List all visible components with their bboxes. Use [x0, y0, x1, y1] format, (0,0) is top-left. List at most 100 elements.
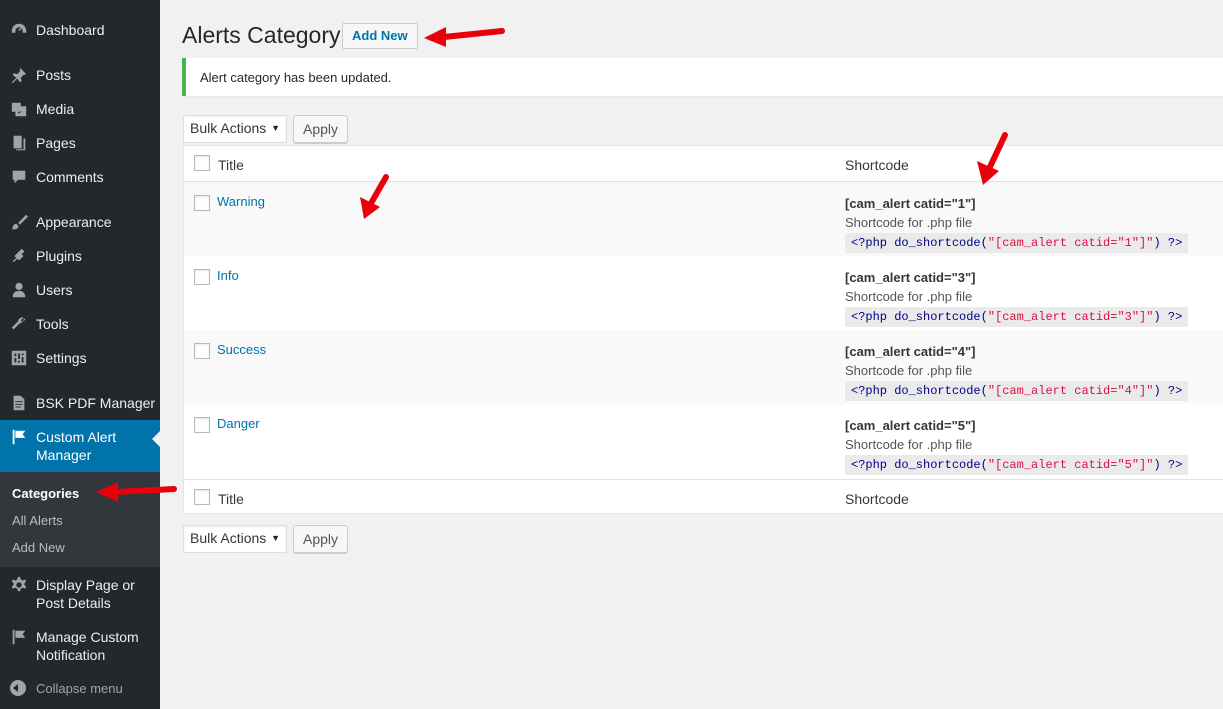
admin-sidebar: Dashboard Posts Media Pages Comments App… — [0, 0, 160, 709]
menu-tools[interactable]: Tools — [0, 315, 160, 333]
menu-label: Settings — [36, 350, 87, 366]
select-all-checkbox[interactable] — [194, 155, 210, 171]
php-code-snippet: <?php do_shortcode("[cam_alert catid="4"… — [845, 381, 1189, 401]
menu-bsk-pdf-manager[interactable]: BSK PDF Manager — [0, 394, 160, 412]
menu-label: Media — [36, 101, 75, 117]
shortcode-note: Shortcode for .php file — [845, 289, 973, 304]
collapse-menu-button[interactable]: Collapse menu — [0, 680, 123, 696]
page-title: Alerts Category — [182, 22, 341, 48]
apply-button-top[interactable]: Apply — [293, 115, 348, 143]
brush-icon — [0, 213, 36, 231]
plug-icon — [0, 247, 36, 265]
table-row: Warning [cam_alert catid="1"] Shortcode … — [184, 182, 1223, 256]
code-close: ) ?> — [1153, 458, 1183, 472]
menu-dashboard[interactable]: Dashboard — [0, 21, 160, 39]
menu-label: Dashboard — [36, 22, 105, 38]
code-close: ) ?> — [1153, 384, 1183, 398]
column-title-footer[interactable]: Title — [218, 491, 244, 507]
shortcode-text: [cam_alert catid="5"] — [845, 418, 976, 433]
shortcode-note: Shortcode for .php file — [845, 437, 973, 452]
row-checkbox[interactable] — [194, 343, 210, 359]
php-code-snippet: <?php do_shortcode("[cam_alert catid="5"… — [845, 455, 1189, 475]
code-open: <?php do_shortcode( — [851, 458, 988, 472]
category-title-link[interactable]: Danger — [217, 416, 260, 431]
category-title-link[interactable]: Success — [217, 342, 266, 357]
comment-icon — [0, 168, 36, 186]
submenu-add-new[interactable]: Add New — [12, 540, 65, 555]
menu-label: Display Page or Post Details — [36, 577, 135, 611]
table-header: Title Shortcode — [184, 146, 1223, 182]
apply-button-bottom[interactable]: Apply — [293, 525, 348, 553]
submenu-categories[interactable]: Categories — [12, 486, 79, 501]
menu-custom-alert-manager[interactable]: Custom Alert Manager — [0, 420, 160, 472]
shortcode-cell: [cam_alert catid="4"] Shortcode for .php… — [845, 342, 1189, 401]
main-content: Alerts Category Add New Alert category h… — [160, 0, 1223, 709]
pages-icon — [0, 134, 36, 152]
media-icon — [0, 100, 36, 118]
annotation-arrow-shortcode — [977, 132, 1008, 185]
shortcode-text: [cam_alert catid="1"] — [845, 196, 976, 211]
shortcode-cell: [cam_alert catid="3"] Shortcode for .php… — [845, 268, 1189, 327]
pin-icon — [0, 66, 36, 84]
menu-comments[interactable]: Comments — [0, 168, 160, 186]
menu-media[interactable]: Media — [0, 100, 160, 118]
collapse-icon — [0, 680, 36, 696]
code-close: ) ?> — [1153, 310, 1183, 324]
menu-plugins[interactable]: Plugins — [0, 247, 160, 265]
menu-pages[interactable]: Pages — [0, 134, 160, 152]
user-icon — [0, 281, 36, 299]
menu-label: Posts — [36, 67, 72, 83]
add-new-button[interactable]: Add New — [342, 23, 418, 49]
shortcode-text: [cam_alert catid="3"] — [845, 270, 976, 285]
menu-label: Users — [36, 282, 73, 298]
row-checkbox[interactable] — [194, 417, 210, 433]
gear-icon — [0, 576, 36, 594]
category-title-link[interactable]: Info — [217, 268, 239, 283]
menu-appearance[interactable]: Appearance — [0, 213, 160, 231]
sliders-icon — [0, 349, 36, 367]
column-shortcode-footer: Shortcode — [845, 491, 909, 507]
code-string: "[cam_alert catid="4"]" — [987, 384, 1154, 398]
table-row: Info [cam_alert catid="3"] Shortcode for… — [184, 256, 1223, 330]
code-string: "[cam_alert catid="3"]" — [987, 310, 1154, 324]
bulk-actions-select-bottom[interactable]: Bulk Actions — [183, 525, 287, 553]
annotation-arrow-title — [360, 174, 389, 219]
menu-label: Custom Alert Manager — [36, 429, 117, 463]
menu-settings[interactable]: Settings — [0, 349, 160, 367]
row-checkbox[interactable] — [194, 269, 210, 285]
code-open: <?php do_shortcode( — [851, 384, 988, 398]
menu-label: Appearance — [36, 214, 112, 230]
annotation-arrow-categories — [96, 482, 177, 502]
menu-label: BSK PDF Manager — [36, 395, 156, 411]
code-open: <?php do_shortcode( — [851, 310, 988, 324]
dashboard-icon — [0, 21, 36, 39]
select-all-checkbox-footer[interactable] — [194, 489, 210, 505]
menu-label: Tools — [36, 316, 69, 332]
column-shortcode: Shortcode — [845, 157, 909, 173]
menu-display-page-details[interactable]: Display Page or Post Details — [0, 576, 160, 612]
table-row: Danger [cam_alert catid="5"] Shortcode f… — [184, 404, 1223, 478]
table-row: Success [cam_alert catid="4"] Shortcode … — [184, 330, 1223, 404]
shortcode-note: Shortcode for .php file — [845, 215, 973, 230]
shortcode-cell: [cam_alert catid="5"] Shortcode for .php… — [845, 416, 1189, 475]
shortcode-cell: [cam_alert catid="1"] Shortcode for .php… — [845, 194, 1189, 253]
row-checkbox[interactable] — [194, 195, 210, 211]
column-title[interactable]: Title — [218, 157, 244, 173]
annotation-arrow-add-new — [424, 27, 505, 47]
category-title-link[interactable]: Warning — [217, 194, 265, 209]
flag-icon — [0, 628, 36, 646]
wrench-icon — [0, 315, 36, 333]
menu-posts[interactable]: Posts — [0, 66, 160, 84]
menu-label: Pages — [36, 135, 76, 151]
collapse-label: Collapse menu — [36, 680, 123, 696]
menu-label: Comments — [36, 169, 104, 185]
menu-label: Plugins — [36, 248, 82, 264]
submenu-all-alerts[interactable]: All Alerts — [12, 513, 63, 528]
menu-manage-custom-notification[interactable]: Manage Custom Notification — [0, 628, 160, 664]
bulk-actions-select-top[interactable]: Bulk Actions — [183, 115, 287, 143]
document-icon — [0, 394, 36, 412]
menu-users[interactable]: Users — [0, 281, 160, 299]
php-code-snippet: <?php do_shortcode("[cam_alert catid="3"… — [845, 307, 1189, 327]
table-footer: Title Shortcode — [184, 479, 1223, 515]
code-open: <?php do_shortcode( — [851, 236, 988, 250]
